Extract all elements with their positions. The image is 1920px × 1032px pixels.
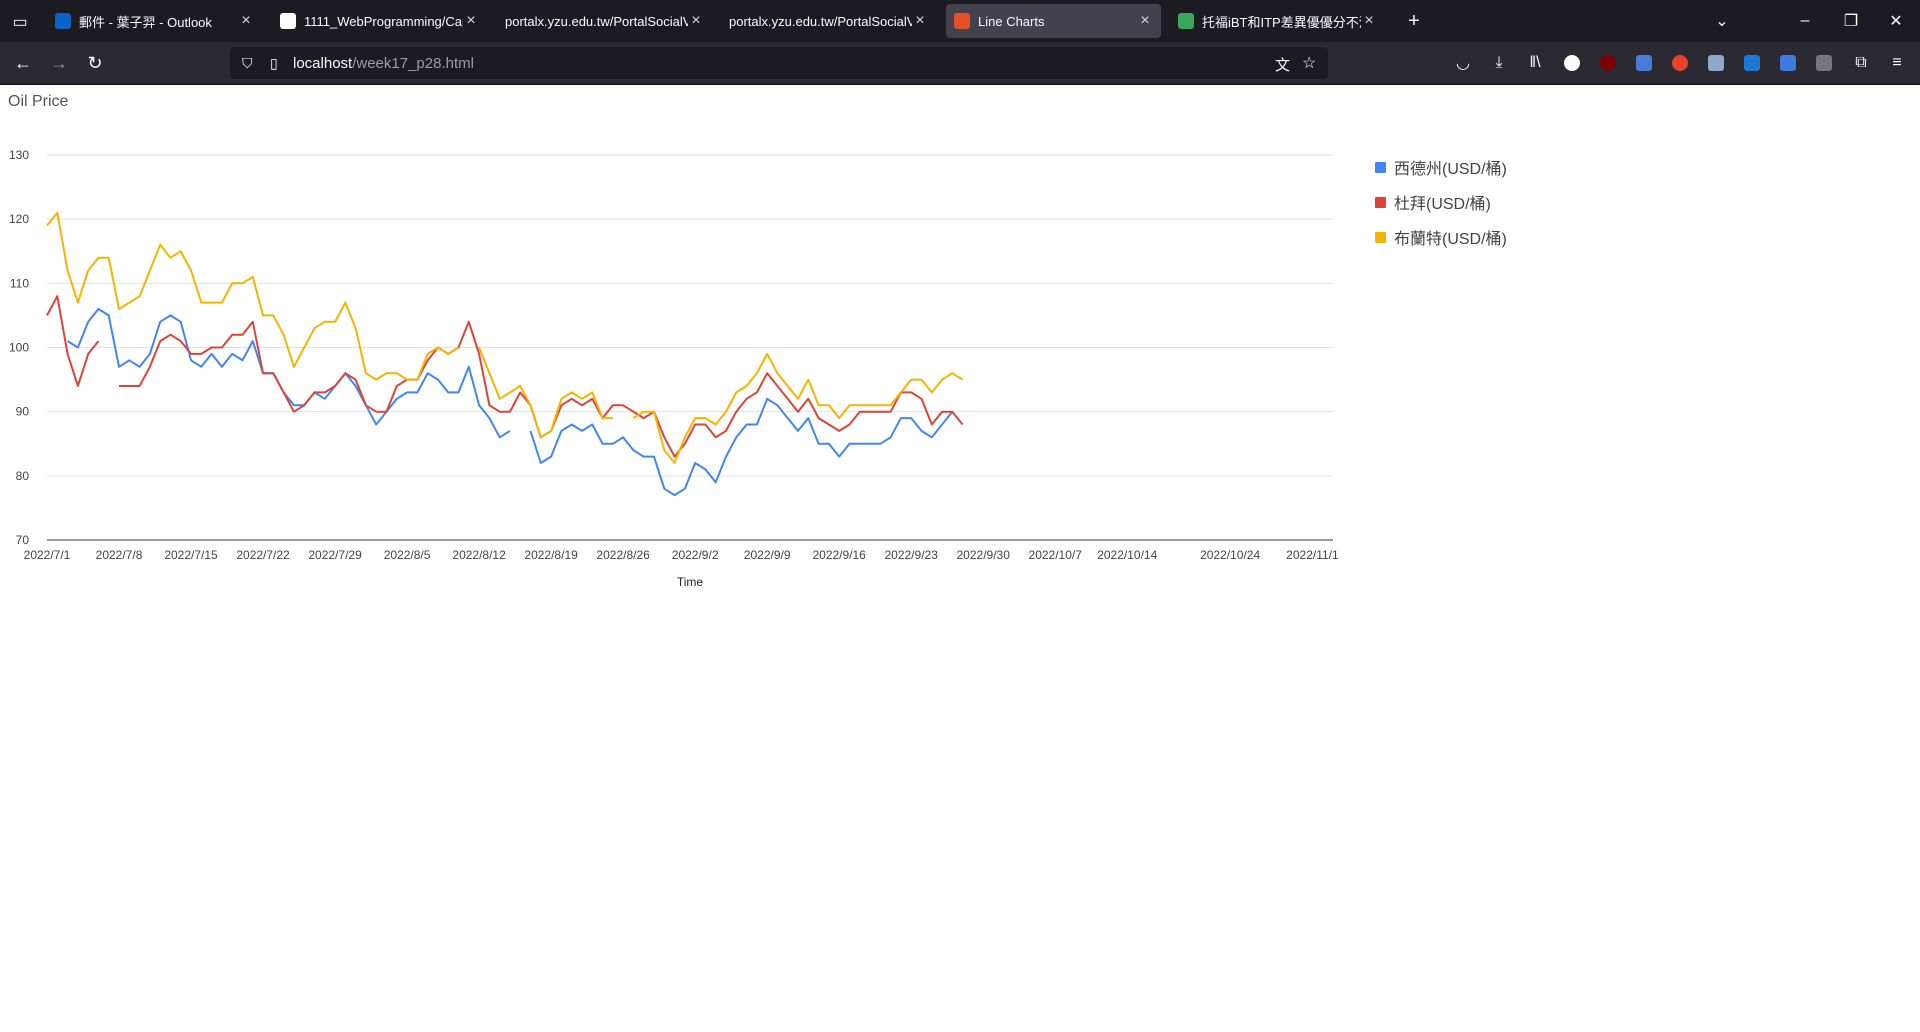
legend-item[interactable]: 布蘭特(USD/桶) <box>1375 225 1507 249</box>
x-tick-label: 2022/7/8 <box>96 548 143 562</box>
back-button-icon[interactable]: ← <box>10 50 36 76</box>
lightning-extension-icon[interactable] <box>1672 55 1688 71</box>
pocket-icon[interactable]: ◡ <box>1454 54 1472 72</box>
close-tab-icon[interactable]: × <box>1137 12 1153 30</box>
x-tick-label: 2022/9/16 <box>812 548 866 562</box>
close-window-icon[interactable]: ✕ <box>1886 11 1906 31</box>
x-tick-label: 2022/8/19 <box>524 548 578 562</box>
x-tick-label: 2022/7/29 <box>308 548 362 562</box>
cc-extension-icon[interactable] <box>1816 55 1832 71</box>
translate-icon[interactable]: 文 <box>1275 54 1290 75</box>
tab-overview-icon[interactable]: ▭ <box>10 12 30 32</box>
legend-item[interactable]: 西德州(USD/桶) <box>1375 155 1507 179</box>
x-tick-label: 2022/7/15 <box>164 548 218 562</box>
url-text[interactable]: localhost/week17_p28.html <box>293 55 474 72</box>
tab-strip: ▭ 郵件 - 葉子羿 - Outlook × 1111_WebProgramming… <box>0 0 1920 42</box>
bookmark-star-icon[interactable]: ☆ <box>1302 53 1316 73</box>
tab-title: 1111_WebProgramming/Capt <box>304 13 463 29</box>
y-tick-label: 130 <box>9 148 29 162</box>
legend-item[interactable]: 杜拜(USD/桶) <box>1375 190 1491 214</box>
outlook-icon <box>55 13 71 29</box>
x-tick-label: 2022/8/12 <box>452 548 506 562</box>
line-chart: 70 80 90 100 110 120 130 2022/7/1 2022/7/8 2022/7… <box>9 148 1339 589</box>
x-tick-label: 2022/9/9 <box>744 548 791 562</box>
y-tick-label: 110 <box>10 276 29 290</box>
x-tick-label: 2022/9/2 <box>672 548 719 562</box>
tab-0[interactable]: 郵件 - 葉子羿 - Outlook × <box>47 4 262 38</box>
navigation-toolbar: ← → ↻ ⛉ ▯ localhost/week17_p28.html 文 ☆ … <box>0 42 1920 85</box>
tab-5[interactable]: 托福iBT和ITP差異優優分不清？× <box>1170 4 1385 38</box>
x-tick-label: 2022/11/1 <box>1286 548 1339 562</box>
legend-label: 西德州(USD/桶) <box>1394 161 1507 178</box>
page-icon: ▯ <box>270 55 278 71</box>
list-all-tabs-icon[interactable]: ⌄ <box>1712 11 1732 31</box>
x-tick-label: 2022/10/7 <box>1029 548 1083 562</box>
translate-extension-icon[interactable] <box>1636 55 1652 71</box>
downloads-icon[interactable]: ⤓ <box>1490 54 1508 72</box>
legend-swatch <box>1375 196 1386 208</box>
legend-label: 布蘭特(USD/桶) <box>1394 231 1507 248</box>
window-extension-icon[interactable] <box>1780 55 1796 71</box>
x-tick-label: 2022/8/26 <box>596 548 650 562</box>
s-extension-icon[interactable] <box>1744 55 1760 71</box>
menu-hamburger-icon[interactable]: ≡ <box>1888 54 1906 72</box>
y-tick-label: 100 <box>9 341 29 355</box>
tab-title: 托福iBT和ITP差異優優分不清？ <box>1202 14 1361 30</box>
y-tick-label: 120 <box>9 212 29 226</box>
new-tab-icon[interactable]: + <box>1404 10 1424 32</box>
library-icon[interactable]: ‖\ <box>1526 54 1544 72</box>
tab-title: Line Charts <box>978 13 1045 29</box>
yandex-extension-icon[interactable] <box>1564 55 1580 71</box>
forward-button-icon[interactable]: → <box>46 50 72 76</box>
minimize-icon[interactable]: – <box>1795 11 1815 31</box>
y-tick-label: 90 <box>16 405 30 419</box>
x-axis-title: Time <box>677 575 704 589</box>
tab-2[interactable]: portalx.yzu.edu.tw/PortalSocialVE × <box>497 4 712 38</box>
x-tick-label: 2022/10/24 <box>1200 548 1260 562</box>
tab-title: portalx.yzu.edu.tw/PortalSocialVE <box>505 13 688 29</box>
close-tab-icon[interactable]: × <box>463 12 479 30</box>
tab-3[interactable]: portalx.yzu.edu.tw/PortalSocialVE × <box>721 4 936 38</box>
series-line-0 <box>67 308 954 497</box>
page-content: Oil Price 70 80 90 100 110 120 130 2022/7/1 2022… <box>0 85 1920 1032</box>
legend-label: 杜拜(USD/桶) <box>1394 196 1491 213</box>
legend-swatch <box>1375 161 1386 173</box>
close-tab-icon[interactable]: × <box>1361 12 1377 30</box>
extensions-puzzle-icon[interactable]: ⧉ <box>1852 54 1870 72</box>
reload-button-icon[interactable]: ↻ <box>82 50 108 76</box>
x-tick-label: 2022/10/14 <box>1097 548 1157 562</box>
y-tick-label: 70 <box>16 533 30 547</box>
y-tick-label: 80 <box>16 469 30 483</box>
ublock-extension-icon[interactable] <box>1600 55 1616 71</box>
close-tab-icon[interactable]: × <box>238 12 254 30</box>
x-tick-label: 2022/7/22 <box>236 548 290 562</box>
url-host: localhost <box>293 55 353 72</box>
github-icon <box>280 13 296 29</box>
shield-icon[interactable]: ⛉ <box>242 55 253 72</box>
x-tick-label: 2022/8/5 <box>384 548 431 562</box>
leaf-icon <box>1178 13 1194 29</box>
tab-1[interactable]: 1111_WebProgramming/Capt × <box>272 4 487 38</box>
tab-title: portalx.yzu.edu.tw/PortalSocialVE <box>729 13 912 29</box>
x-tick-label: 2022/9/30 <box>957 548 1011 562</box>
close-tab-icon[interactable]: × <box>688 12 704 30</box>
x-tick-label: 2022/7/1 <box>24 548 71 562</box>
legend-swatch <box>1375 231 1386 243</box>
html5-icon <box>954 13 970 29</box>
url-path: /week17_p28.html <box>352 55 474 72</box>
restore-icon[interactable]: ❐ <box>1841 11 1861 31</box>
series-line-1 <box>46 295 964 458</box>
screen-extension-icon[interactable] <box>1708 55 1724 71</box>
url-bar[interactable]: ⛉ ▯ localhost/week17_p28.html 文 ☆ <box>230 47 1328 79</box>
close-tab-icon[interactable]: × <box>912 12 928 30</box>
tab-title: 郵件 - 葉子羿 - Outlook <box>79 14 212 30</box>
x-tick-label: 2022/9/23 <box>884 548 938 562</box>
tab-4[interactable]: Line Charts × <box>946 4 1161 38</box>
